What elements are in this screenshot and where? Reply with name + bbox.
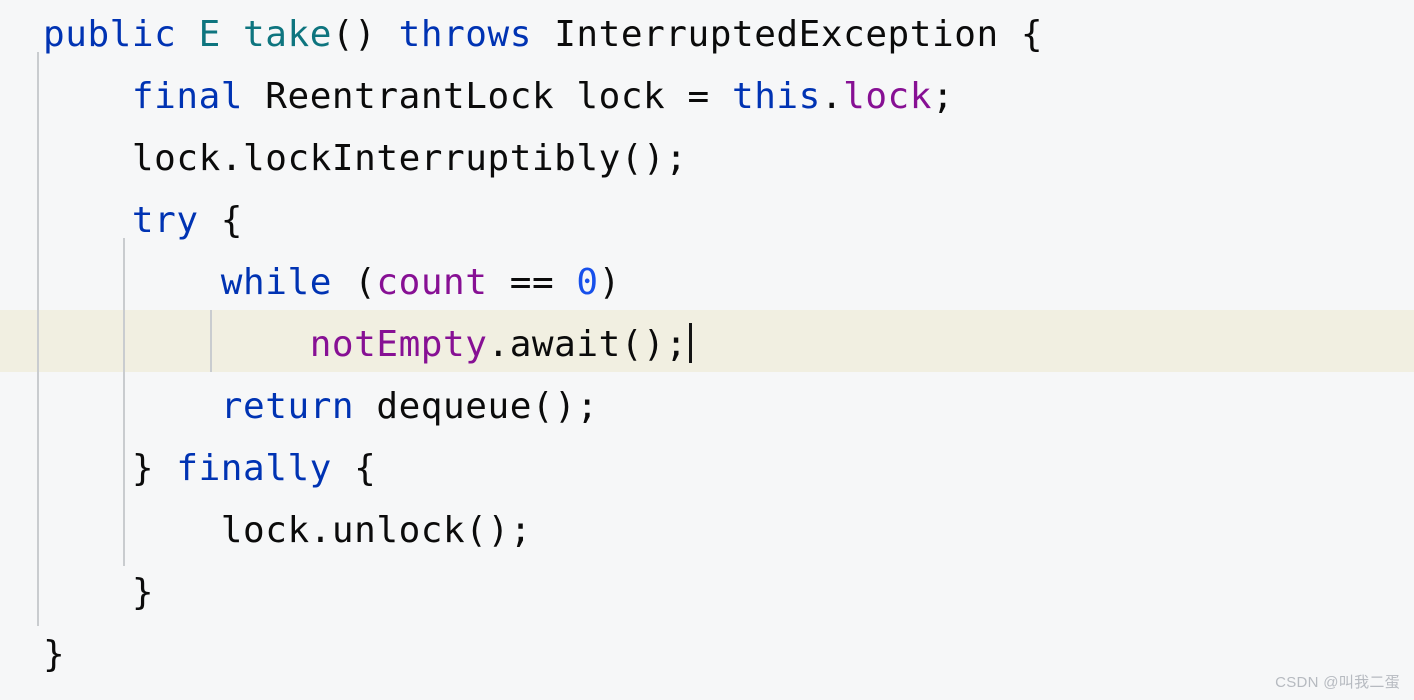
code-token-plain: ReentrantLock lock = — [243, 76, 732, 117]
code-token-plain: { — [198, 200, 244, 241]
code-line[interactable]: } finally { — [0, 438, 1414, 500]
code-line[interactable]: } — [0, 624, 1414, 686]
code-token-plain: () — [331, 14, 399, 55]
code-token-plain: dequeue(); — [354, 386, 599, 427]
code-token-plain: } — [43, 634, 66, 675]
code-token-field: lock — [843, 76, 933, 117]
code-token-plain: InterruptedException { — [531, 14, 1044, 55]
code-token-plain: } — [43, 448, 177, 489]
code-token-plain: lock.lockInterruptibly(); — [43, 138, 688, 179]
code-token-plain: ( — [331, 262, 377, 303]
code-token-plain: ; — [932, 76, 955, 117]
code-token-kw: finally — [176, 448, 332, 489]
code-token-type: E — [198, 14, 221, 55]
code-token-plain: } — [43, 572, 155, 613]
code-line[interactable]: final ReentrantLock lock = this.lock; — [0, 66, 1414, 128]
code-token-plain: { — [331, 448, 377, 489]
code-token-kw: final — [131, 76, 244, 117]
code-line[interactable]: public E take() throws InterruptedExcept… — [0, 4, 1414, 66]
code-token-kw: while — [220, 262, 332, 303]
code-token-method: take — [243, 14, 332, 55]
code-token-plain: ) — [598, 262, 621, 303]
csdn-watermark: CSDN @叫我二蛋 — [1275, 674, 1400, 691]
code-line[interactable]: return dequeue(); — [0, 376, 1414, 438]
code-token-plain: . — [820, 76, 844, 117]
code-token-field: notEmpty — [309, 324, 488, 365]
code-token-kw: return — [220, 386, 355, 427]
code-token-field: count — [376, 262, 488, 303]
code-token-kw: throws — [398, 14, 532, 55]
code-token-plain: lock.unlock(); — [43, 510, 532, 551]
code-token-kw: try — [131, 200, 199, 241]
code-editor-viewport[interactable]: public E take() throws InterruptedExcept… — [0, 0, 1414, 700]
code-token-kw: public — [43, 14, 177, 55]
code-token-plain: == — [487, 262, 577, 303]
code-token-kw: this — [731, 76, 821, 117]
code-text-area[interactable]: public E take() throws InterruptedExcept… — [0, 0, 1414, 700]
code-token-num: 0 — [576, 262, 599, 303]
code-line[interactable]: } — [0, 562, 1414, 624]
code-line[interactable]: lock.lockInterruptibly(); — [0, 128, 1414, 190]
code-line[interactable]: notEmpty.await(); — [0, 314, 1414, 376]
code-line[interactable]: try { — [0, 190, 1414, 252]
code-token-plain: .await(); — [487, 324, 688, 365]
text-caret — [688, 323, 692, 363]
code-line[interactable]: while (count == 0) — [0, 252, 1414, 314]
code-line[interactable]: lock.unlock(); — [0, 500, 1414, 562]
